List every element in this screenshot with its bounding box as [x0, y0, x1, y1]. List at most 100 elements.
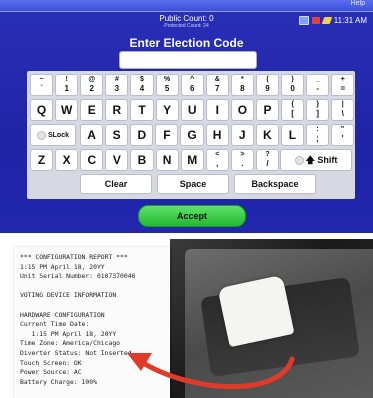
- key-char: .: [241, 159, 244, 168]
- key-shift-char: >: [240, 151, 245, 158]
- key-symbol[interactable]: ) 0: [281, 74, 305, 96]
- status-bar: Public Count: 0 Protected Count: 24 11:3…: [0, 12, 373, 32]
- key-j[interactable]: J: [230, 124, 254, 146]
- key-v[interactable]: V: [105, 149, 129, 171]
- receipt-line: Touch Screen: OK: [20, 358, 82, 367]
- key-symbol[interactable]: ~ `: [30, 74, 54, 96]
- key-char: ,: [216, 159, 219, 168]
- key-char: 0: [290, 84, 295, 93]
- key-e[interactable]: E: [80, 99, 104, 121]
- key-symbol[interactable]: @2: [80, 74, 104, 96]
- key-x[interactable]: X: [55, 149, 79, 171]
- receipt-line: Unit Serial Number: 0107370046: [20, 272, 136, 281]
- key-symbol[interactable]: #3: [105, 74, 129, 96]
- key-symbol[interactable]: ? /: [255, 149, 280, 171]
- key-shift-char: &: [214, 76, 220, 83]
- key-shift-char: }: [316, 101, 320, 108]
- key-char: ]: [316, 109, 320, 118]
- key-symbol[interactable]: $4: [130, 74, 154, 96]
- key-char: \: [341, 109, 344, 118]
- help-link[interactable]: Help: [351, 0, 365, 7]
- key-symbol[interactable]: >.: [230, 149, 254, 171]
- key-char: ;: [316, 134, 319, 143]
- clear-key[interactable]: Clear: [80, 174, 152, 194]
- key-b[interactable]: B: [130, 149, 154, 171]
- receipt-line: Time Zone: America/Chicago: [20, 339, 121, 348]
- shift-arrow-icon: 🡅: [305, 155, 318, 165]
- key-w[interactable]: W: [55, 99, 79, 121]
- key-shift-char: #: [114, 76, 119, 83]
- key-symbol[interactable]: % 5: [155, 74, 179, 96]
- key-p[interactable]: P: [255, 99, 280, 121]
- key-c[interactable]: C: [80, 149, 104, 171]
- accept-button[interactable]: Accept: [138, 205, 246, 227]
- key-z[interactable]: Z: [30, 149, 54, 171]
- key-symbol[interactable]: (9: [255, 74, 280, 96]
- key-shift-char: $: [140, 76, 144, 83]
- key-shift-char: ): [291, 76, 294, 83]
- key-a[interactable]: A: [80, 124, 104, 146]
- key-char: 6: [189, 84, 195, 93]
- key-symbol[interactable]: * 8: [230, 74, 254, 96]
- key-char: 1: [64, 84, 69, 93]
- configuration-report-receipt: *** CONFIGURATION REPORT *** 1:15 PM Apri…: [14, 247, 170, 398]
- key-shift-char: !: [65, 76, 68, 83]
- key-g[interactable]: G: [180, 124, 204, 146]
- key-symbol[interactable]: }]: [306, 99, 330, 121]
- shift-label: Shift: [317, 155, 338, 165]
- status-icons: 11:31 AM: [298, 16, 367, 25]
- key-symbol[interactable]: :;: [305, 124, 330, 146]
- key-s[interactable]: S: [105, 124, 129, 146]
- key-char: 7: [215, 84, 220, 93]
- key-shift-char: %: [163, 76, 171, 83]
- shift-lock-led-icon: [36, 130, 46, 140]
- key-shift-char: {: [291, 101, 294, 108]
- receipt-line: Current Time Date:: [20, 320, 90, 329]
- key-q[interactable]: Q: [30, 99, 54, 121]
- receipt-line: Battery Charge: 100%: [20, 377, 97, 386]
- key-shift-char: (: [266, 76, 269, 83]
- key-symbol[interactable]: " ': [331, 124, 355, 146]
- memory-card-icon: [311, 17, 320, 24]
- key-n[interactable]: N: [155, 149, 179, 171]
- key-symbol[interactable]: & 7: [205, 74, 229, 96]
- key-char: ': [341, 134, 344, 143]
- key-shift-char: *: [241, 76, 244, 83]
- election-code-input[interactable]: [119, 51, 257, 69]
- key-t[interactable]: T: [130, 99, 154, 121]
- key-symbol[interactable]: ^ 6: [180, 74, 204, 96]
- key-d[interactable]: D: [130, 124, 154, 146]
- shift-key[interactable]: 🡅 Shift: [280, 149, 352, 171]
- key-char: 2: [89, 84, 94, 93]
- clock-time: 11:31 AM: [333, 16, 367, 25]
- key-r[interactable]: R: [105, 99, 129, 121]
- key-char: /: [266, 159, 269, 168]
- key-k[interactable]: K: [255, 124, 279, 146]
- key-symbol[interactable]: <,: [205, 149, 229, 171]
- key-char: 3: [114, 84, 120, 93]
- key-l[interactable]: L: [280, 124, 304, 146]
- key-o[interactable]: O: [230, 99, 254, 121]
- key-y[interactable]: Y: [155, 99, 179, 121]
- key-symbol[interactable]: + =: [331, 74, 355, 96]
- space-key[interactable]: Space: [157, 174, 229, 194]
- key-symbol[interactable]: _ -: [306, 74, 330, 96]
- shift-lock-key[interactable]: SLock: [30, 124, 76, 146]
- key-h[interactable]: H: [205, 124, 229, 146]
- key-symbol[interactable]: {[: [281, 99, 305, 121]
- key-symbol[interactable]: ! 1: [55, 74, 79, 96]
- key-i[interactable]: I: [205, 99, 229, 121]
- key-shift-char: @: [88, 76, 96, 83]
- key-shift-char: ^: [190, 76, 195, 83]
- key-shift-char: :: [316, 126, 319, 133]
- key-symbol[interactable]: | \: [331, 99, 355, 121]
- key-char: 8: [240, 84, 245, 93]
- key-char: 4: [139, 84, 145, 93]
- key-f[interactable]: F: [155, 124, 179, 146]
- key-m[interactable]: M: [180, 149, 204, 171]
- key-u[interactable]: U: [180, 99, 204, 121]
- backspace-key[interactable]: Backspace: [234, 174, 316, 194]
- election-code-screen: Help Public Count: 0 Protected Count: 24…: [0, 0, 373, 233]
- receipt-line: 1:15 PM April 18, 20YY: [20, 329, 117, 338]
- on-screen-keyboard: ~ `! 1 @2 #3 $4% 5 ^ 6 & 7 * 8(9) 0 _ - + = Q W E R T Y U I O P{[}]…: [27, 71, 355, 199]
